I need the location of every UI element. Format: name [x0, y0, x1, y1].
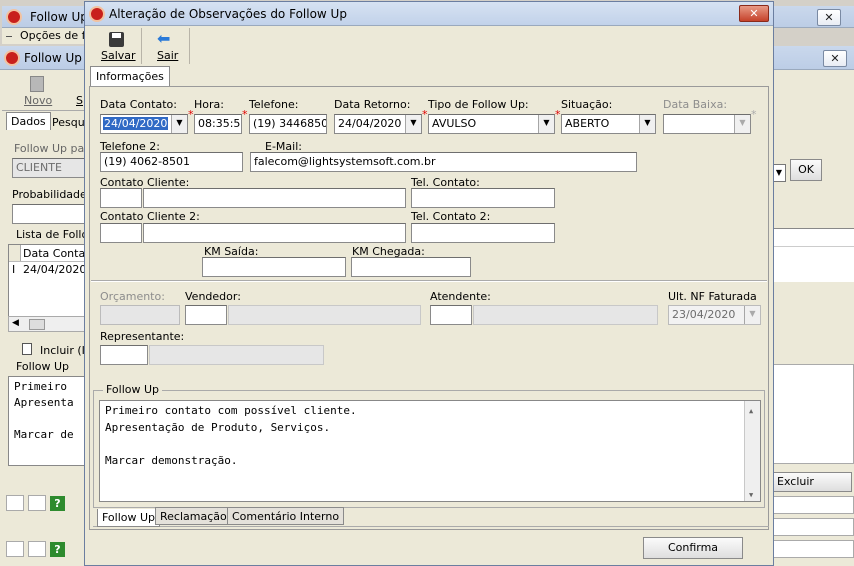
- document-icon: [22, 343, 32, 355]
- help-icon[interactable]: ?: [50, 542, 65, 557]
- data-contato-field[interactable]: 24/04/2020 ▼: [100, 114, 188, 134]
- ult-nf-field[interactable]: 23/04/2020 ▼: [668, 305, 761, 325]
- dialog-title: Alteração de Observações do Follow Up: [109, 7, 347, 21]
- app-logo-icon: [4, 50, 20, 66]
- atendente-name-field: [473, 305, 658, 325]
- bg-ok-button[interactable]: OK: [790, 159, 822, 181]
- vendedor-name-field: [228, 305, 421, 325]
- bg-status-bar-2: ?: [6, 540, 92, 558]
- bg-incluir-button[interactable]: Incluir (In: [22, 342, 92, 358]
- orcamento-field[interactable]: [100, 305, 180, 325]
- exit-button[interactable]: ⬅ Sair: [149, 30, 179, 64]
- app-logo-icon: [6, 9, 22, 25]
- bg-excluir-button[interactable]: Excluir: [772, 472, 852, 492]
- required-mark: *: [555, 108, 561, 121]
- bg-window-1-title: Follow Up: [30, 10, 88, 24]
- tipo-follow-up-dropdown-icon[interactable]: ▼: [538, 115, 554, 133]
- confirma-button[interactable]: Confirma: [643, 537, 743, 559]
- data-baixa-dropdown-icon[interactable]: ▼: [734, 115, 750, 133]
- bg-probabilidade-field[interactable]: [12, 204, 92, 224]
- bg-new-button[interactable]: Novo: [22, 74, 54, 108]
- bg-probabilidade-label: Probabilidade:: [12, 188, 91, 201]
- bg-list-scrollbar[interactable]: ◀: [8, 316, 94, 332]
- save-button[interactable]: Salvar: [99, 30, 136, 64]
- bg-cliente-field[interactable]: CLIENTE: [12, 158, 92, 178]
- contato-cliente-code-field[interactable]: [100, 188, 142, 208]
- required-mark: *: [242, 108, 248, 121]
- followup-scrollbar[interactable]: ▲ ▼: [744, 401, 760, 501]
- tab-informacoes[interactable]: Informações: [90, 66, 170, 86]
- data-contato-label: Data Contato:: [100, 98, 177, 111]
- telefone-label: Telefone:: [249, 98, 299, 111]
- vendedor-label: Vendedor:: [185, 290, 241, 303]
- tipo-follow-up-select[interactable]: AVULSO ▼: [428, 114, 555, 134]
- followup-group-label: Follow Up: [103, 383, 163, 396]
- bg-window-2-title: Follow Up -: [24, 51, 90, 65]
- atendente-code-field[interactable]: [430, 305, 472, 325]
- situacao-dropdown-icon[interactable]: ▼: [639, 115, 655, 133]
- new-doc-icon: [30, 76, 44, 92]
- tab-comentario-interno[interactable]: Comentário Interno: [227, 507, 345, 525]
- bg-status-bar-1: ?: [6, 494, 92, 512]
- data-retorno-label: Data Retorno:: [334, 98, 411, 111]
- situacao-select[interactable]: ABERTO ▼: [561, 114, 656, 134]
- representante-name-field: [149, 345, 324, 365]
- vendedor-code-field[interactable]: [185, 305, 227, 325]
- tipo-follow-up-label: Tipo de Follow Up:: [428, 98, 529, 111]
- data-baixa-field[interactable]: ▼: [663, 114, 751, 134]
- tel-contato2-label: Tel. Contato 2:: [411, 210, 491, 223]
- followup-line: Primeiro contato com possível cliente.: [105, 404, 357, 417]
- required-mark: *: [751, 108, 757, 121]
- data-retorno-field[interactable]: 24/04/2020 ▼: [334, 114, 422, 134]
- atendente-label: Atendente:: [430, 290, 491, 303]
- required-mark: *: [188, 108, 194, 121]
- contato-cliente-name-field[interactable]: [143, 188, 406, 208]
- tel-contato2-field[interactable]: [411, 223, 555, 243]
- bg-followup-group-label: Follow Up: [16, 360, 70, 373]
- bg-tab-dados[interactable]: Dados: [6, 112, 51, 130]
- dialog-close-button[interactable]: ✕: [739, 5, 769, 22]
- dialog-titlebar: Alteração de Observações do Follow Up ✕: [85, 2, 773, 26]
- required-mark: *: [422, 108, 428, 121]
- followup-line: Marcar demonstração.: [105, 453, 238, 467]
- situacao-label: Situação:: [561, 98, 613, 111]
- bg-window-1-close-button[interactable]: ✕: [817, 9, 841, 26]
- tab-follow-up[interactable]: Follow Up: [97, 509, 161, 527]
- bg-followup-text: Primeiro Apresenta Marcar de: [8, 376, 94, 466]
- bg-right-dropdown[interactable]: ▼: [772, 164, 786, 182]
- data-contato-dropdown-icon[interactable]: ▼: [171, 115, 187, 133]
- tab-reclamacao[interactable]: Reclamação: [155, 507, 232, 525]
- km-chegada-field[interactable]: [351, 257, 471, 277]
- tel-contato-field[interactable]: [411, 188, 555, 208]
- ult-nf-label: Ult. NF Faturada: [668, 290, 757, 303]
- followup-textarea[interactable]: Primeiro contato com possível cliente. A…: [99, 400, 761, 502]
- section-divider: [91, 280, 767, 282]
- data-retorno-dropdown-icon[interactable]: ▼: [405, 115, 421, 133]
- telefone-field[interactable]: (19) 34468500: [249, 114, 327, 134]
- contato-cliente2-code-field[interactable]: [100, 223, 142, 243]
- km-saida-field[interactable]: [202, 257, 346, 277]
- representante-code-field[interactable]: [100, 345, 148, 365]
- representante-label: Representante:: [100, 330, 185, 343]
- floppy-disk-icon: [109, 32, 124, 47]
- hora-field[interactable]: 08:35:56: [194, 114, 242, 134]
- app-logo-icon: [89, 6, 105, 22]
- bg-window-2-close-button[interactable]: ✕: [823, 50, 847, 67]
- help-icon[interactable]: ?: [50, 496, 65, 511]
- hora-label: Hora:: [194, 98, 224, 111]
- bg-lista-label: Lista de Follo: [16, 228, 89, 241]
- dialog-window: Alteração de Observações do Follow Up ✕ …: [84, 1, 774, 566]
- followup-line: Apresentação de Produto, Serviços.: [105, 420, 331, 434]
- ult-nf-dropdown-icon[interactable]: ▼: [744, 306, 760, 324]
- orcamento-label: Orçamento:: [100, 290, 165, 303]
- bg-opcoes-filtro[interactable]: Opções de filt: [2, 28, 96, 44]
- email-field[interactable]: falecom@lightsystemsoft.com.br: [250, 152, 637, 172]
- data-baixa-label: Data Baixa:: [663, 98, 728, 111]
- telefone2-field[interactable]: (19) 4062-8501: [100, 152, 243, 172]
- contato-cliente2-label: Contato Cliente 2:: [100, 210, 200, 223]
- contato-cliente2-name-field[interactable]: [143, 223, 406, 243]
- bg-s-button[interactable]: S: [76, 94, 83, 107]
- bg-tab-pesquisa[interactable]: Pesqu: [52, 116, 85, 129]
- back-arrow-icon: ⬅: [157, 29, 171, 48]
